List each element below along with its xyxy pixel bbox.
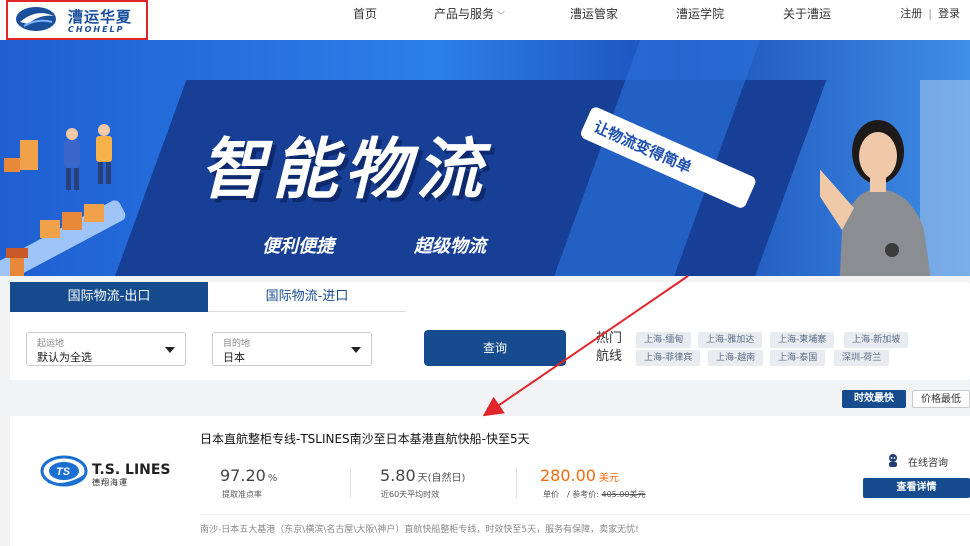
metric-divider: [350, 468, 351, 498]
price: 280.00 美元: [540, 466, 619, 485]
hot-route-chip[interactable]: 上海-雅加达: [698, 332, 763, 348]
nav-products-label: 产品与服务: [434, 7, 495, 21]
presenter-photo: [820, 80, 970, 276]
auth-separator: |: [928, 7, 932, 20]
login-link[interactable]: 登录: [938, 7, 960, 20]
caret-down-icon: [351, 347, 361, 353]
banner-subtitle-right: 超级物流: [414, 236, 486, 257]
avg-time-label: 近60天平均时效: [381, 490, 440, 499]
accuracy-value: 97.20: [220, 466, 266, 485]
view-details-button[interactable]: 查看详情: [863, 478, 970, 498]
online-consult[interactable]: 在线咨询: [886, 454, 948, 469]
chevron-down-icon: ﹀: [497, 11, 506, 20]
banner-headline: 智能物流: [200, 131, 488, 208]
nav-home[interactable]: 首页: [353, 5, 377, 22]
site-logo[interactable]: 漕运华夏 CHOHELP: [6, 0, 148, 40]
customer-service-icon: [889, 454, 897, 467]
origin-value: 默认为全选: [37, 351, 92, 364]
avg-time-metric: 5.80 天(自然日): [380, 466, 465, 485]
warehouse-workers-illustration: [0, 124, 126, 276]
route-description: 南沙-日本五大基港（东京\横滨\名古屋\大阪\神户）直航快船整柜专线，时效快至5…: [200, 525, 639, 535]
avg-time-value: 5.80: [380, 466, 416, 485]
hot-routes-label: 热门航线: [596, 331, 623, 364]
logo-name-en: CHOHELP: [68, 25, 125, 34]
destination-select[interactable]: 目的地 日本: [212, 332, 372, 366]
price-value: 280.00: [540, 466, 596, 485]
logistics-search-panel: 国际物流-出口 国际物流-进口 起运地 默认为全选 目的地 日本 查询 热门航线…: [10, 282, 970, 380]
ref-price-value: 405.00美元: [601, 490, 646, 499]
accuracy-label: 提取准点率: [222, 490, 262, 499]
origin-select[interactable]: 起运地 默认为全选: [26, 332, 186, 366]
accuracy-metric: 97.20%: [220, 466, 277, 485]
logo-name-cn: 漕运华夏: [68, 8, 133, 26]
auth-links: 注册 | 登录: [900, 5, 960, 21]
hot-route-chip[interactable]: 上海-新加坡: [844, 332, 909, 348]
sort-cheapest-button[interactable]: 价格最低: [912, 390, 970, 408]
unit-price-label: 单价: [543, 490, 559, 499]
svg-text:TS: TS: [56, 466, 71, 478]
carrier-name-cn: 德翔海運: [92, 478, 128, 487]
nav-academy[interactable]: 漕运学院: [676, 5, 724, 22]
tab-export[interactable]: 国际物流-出口: [10, 282, 208, 312]
ref-price-label: / 参考价:: [567, 490, 599, 499]
hot-route-chip[interactable]: 上海-菲律宾: [636, 350, 701, 366]
accuracy-unit: %: [267, 473, 278, 484]
register-link[interactable]: 注册: [900, 7, 922, 20]
nav-butler[interactable]: 漕运管家: [570, 5, 618, 22]
destination-value: 日本: [223, 351, 245, 364]
query-button[interactable]: 查询: [424, 330, 566, 366]
hot-route-chip[interactable]: 上海-柬埔寨: [770, 332, 835, 348]
hot-route-chip[interactable]: 上海-缅甸: [636, 332, 692, 348]
caret-down-icon: [165, 347, 175, 353]
origin-label: 起运地: [37, 339, 65, 349]
route-result-card[interactable]: TS T.S. LINES 德翔海運 日本直航整柜专线-TSLINES南沙至日本…: [10, 416, 970, 546]
sort-fastest-button[interactable]: 时效最快: [842, 390, 906, 408]
ship-logo-icon: [16, 7, 56, 31]
card-divider: [200, 514, 970, 515]
price-meta: 单价 / 参考价: 405.00美元: [543, 489, 645, 500]
hot-route-chip[interactable]: 上海-越南: [708, 350, 764, 366]
hot-route-chip[interactable]: 上海-泰国: [770, 350, 826, 366]
nav-products[interactable]: 产品与服务 ﹀: [434, 5, 505, 22]
price-currency: 美元: [598, 473, 619, 484]
hot-route-chip[interactable]: 深圳-荷兰: [834, 350, 890, 366]
tab-import[interactable]: 国际物流-进口: [208, 282, 406, 312]
avg-time-unit: 天(自然日): [417, 473, 466, 484]
top-header: 漕运华夏 CHOHELP 首页 产品与服务 ﹀ 漕运管家 漕运学院 关于漕运 注册…: [0, 0, 970, 40]
hero-banner[interactable]: 智能物流 便利便捷 超级物流 让物流变得简单: [0, 40, 970, 276]
metric-divider: [516, 468, 517, 498]
carrier-name: T.S. LINES: [92, 462, 171, 478]
consult-label: 在线咨询: [908, 458, 948, 469]
destination-label: 目的地: [223, 339, 251, 349]
route-title[interactable]: 日本直航整柜专线-TSLINES南沙至日本基港直航快船-快至5天: [200, 430, 530, 447]
banner-subtitle-left: 便利便捷: [262, 236, 334, 257]
nav-about[interactable]: 关于漕运: [783, 5, 831, 22]
